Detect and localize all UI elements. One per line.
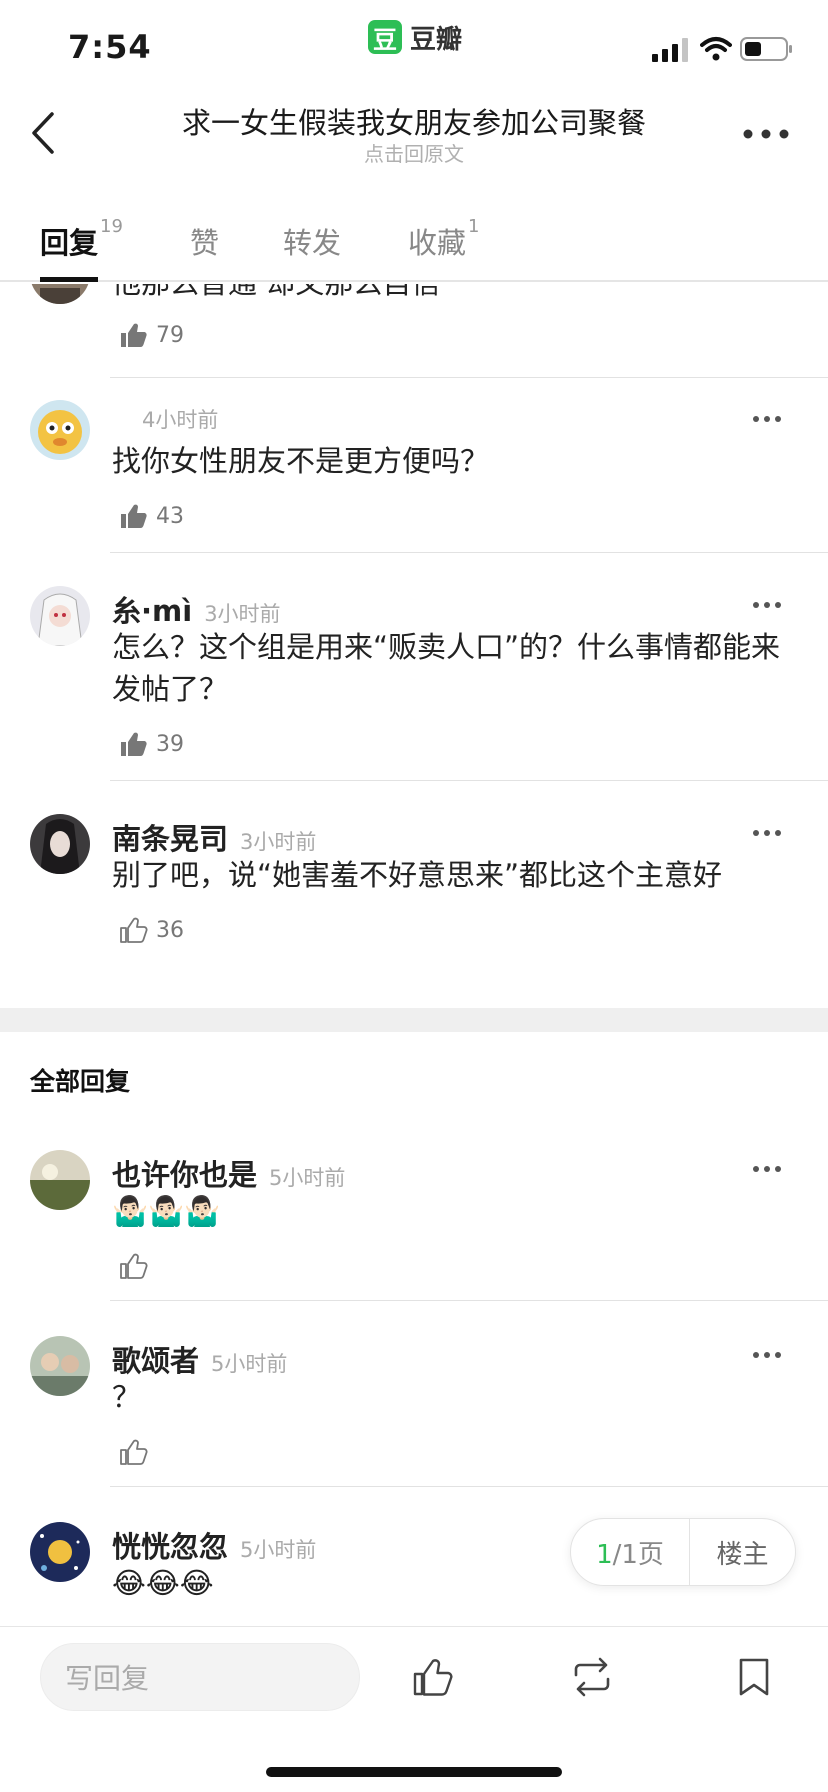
avatar[interactable]: [30, 400, 90, 460]
more-options-icon[interactable]: [742, 126, 790, 142]
tab-collect-count: 1: [468, 216, 480, 237]
current-page: 1: [596, 1539, 613, 1570]
op-only-button[interactable]: 楼主: [690, 1534, 795, 1571]
comment-text: 找你女性朋友不是更方便吗？: [112, 444, 490, 478]
tab-reposts-label: 转发: [283, 226, 342, 260]
comment-header: 4小时前: [112, 404, 218, 444]
like-button[interactable]: 43: [118, 499, 184, 533]
comment-text: 怎么？这个组是用来“贩卖人口”的？什么事情都能来发帖了？: [112, 630, 781, 706]
comment-text: 🤷🏻‍♂️🤷🏻‍♂️🤷🏻‍♂️: [112, 1194, 221, 1228]
brand-name: 豆瓣: [410, 24, 463, 55]
bookmark-icon[interactable]: [732, 1655, 776, 1699]
comment-time: 5小时前: [269, 1166, 346, 1190]
tab-likes[interactable]: 赞: [190, 220, 219, 262]
comment-author[interactable]: 歌颂者: [112, 1338, 199, 1380]
divider: [110, 552, 828, 553]
comment-time: 3小时前: [240, 830, 317, 854]
home-indicator: [266, 1767, 562, 1777]
like-button[interactable]: 39: [118, 727, 184, 761]
thumbs-up-outline-icon: [120, 1439, 148, 1465]
comment-text: 他那么普通 却又那么自信: [112, 284, 802, 304]
tab-likes-label: 赞: [190, 226, 220, 260]
comment-author[interactable]: 糸·mì: [112, 588, 192, 630]
comment-more-icon[interactable]: [752, 1350, 782, 1360]
comment-author[interactable]: 也许你也是: [112, 1152, 257, 1194]
thumbs-up-outline-icon: [120, 1253, 148, 1279]
tab-replies-count: 19: [100, 216, 123, 237]
comment-time: 4小时前: [142, 408, 219, 432]
divider: [110, 1486, 828, 1487]
app-brand: 豆 豆瓣: [368, 20, 463, 55]
tab-bar: 回复 19 赞 转发 收藏 1: [0, 210, 828, 282]
comment-more-icon[interactable]: [752, 828, 782, 838]
comment-header: 恍恍忽忽 5小时前: [112, 1524, 316, 1564]
like-button[interactable]: [118, 1435, 148, 1469]
total-pages: /1页: [612, 1539, 664, 1570]
like-button[interactable]: [118, 1249, 148, 1283]
tab-collect[interactable]: 收藏 1: [408, 216, 479, 262]
nav-header: 求一女生假装我女朋友参加公司聚餐 点击回原文: [0, 90, 828, 190]
tab-replies[interactable]: 回复 19: [40, 216, 123, 262]
divider: [110, 780, 828, 781]
comment-header: 南条晃司 3小时前: [112, 816, 316, 856]
section-title-all-replies: 全部回复: [30, 1067, 131, 1096]
divider: [110, 1300, 828, 1301]
section-separator: [0, 1008, 828, 1032]
like-count: 43: [156, 503, 184, 529]
divider: [110, 377, 828, 378]
bottom-action-bar: 写回复: [0, 1626, 828, 1792]
comment-text: 别了吧，说“她害羞不好意思来”都比这个主意好: [112, 858, 723, 892]
tab-replies-label: 回复: [40, 226, 99, 260]
like-count: 36: [156, 917, 184, 943]
repost-icon[interactable]: [570, 1655, 614, 1699]
back-arrow-icon[interactable]: [26, 108, 62, 158]
avatar[interactable]: [30, 284, 90, 304]
pagination-control: 1/1页 楼主: [570, 1518, 796, 1586]
like-count: 39: [156, 731, 184, 757]
comment-more-icon[interactable]: [752, 1164, 782, 1174]
active-tab-indicator: [40, 277, 98, 282]
comment-time: 5小时前: [211, 1352, 288, 1376]
comment-header: 歌颂者 5小时前: [112, 1338, 287, 1378]
thumbs-up-filled-icon: [121, 504, 147, 528]
reply-input[interactable]: 写回复: [40, 1643, 360, 1711]
avatar[interactable]: [30, 586, 90, 646]
page-indicator[interactable]: 1/1页: [571, 1534, 689, 1571]
like-count: 79: [156, 322, 184, 348]
douban-logo-icon: 豆: [368, 20, 402, 54]
thumbs-up-outline-icon: [120, 917, 148, 943]
avatar[interactable]: [30, 1522, 90, 1582]
tab-collect-label: 收藏: [408, 226, 467, 260]
thumbs-up-filled-icon: [121, 732, 147, 756]
status-time: 7:54: [68, 28, 152, 66]
avatar[interactable]: [30, 814, 90, 874]
thumbs-up-filled-icon: [121, 323, 147, 347]
battery-icon: [740, 37, 792, 61]
wifi-icon: [700, 37, 732, 61]
like-button[interactable]: 36: [118, 913, 184, 947]
comment-more-icon[interactable]: [752, 414, 782, 424]
comment-text: ？: [112, 1380, 142, 1414]
back-to-original-link[interactable]: 点击回原文: [120, 138, 708, 167]
comments-feed[interactable]: 他那么普通 却又那么自信 79 4小时前 找你女性朋友不是更方便吗？ 43 糸·…: [0, 284, 828, 1626]
tab-reposts[interactable]: 转发: [283, 220, 341, 262]
like-post-icon[interactable]: [410, 1655, 454, 1699]
status-bar: 7:54 豆 豆瓣: [0, 0, 828, 90]
comment-author[interactable]: 南条晃司: [112, 816, 228, 858]
comment-author[interactable]: 恍恍忽忽: [112, 1524, 228, 1566]
comment-time: 5小时前: [240, 1538, 317, 1562]
comment-header: 也许你也是 5小时前: [112, 1152, 345, 1192]
avatar[interactable]: [30, 1150, 90, 1210]
comment-time: 3小时前: [204, 602, 281, 626]
cellular-signal-icon: [652, 38, 688, 62]
post-title: 求一女生假装我女朋友参加公司聚餐: [181, 106, 646, 140]
like-button[interactable]: 79: [118, 318, 184, 352]
comment-header: 糸·mì 3小时前: [112, 588, 281, 628]
avatar[interactable]: [30, 1336, 90, 1396]
comment-more-icon[interactable]: [752, 600, 782, 610]
